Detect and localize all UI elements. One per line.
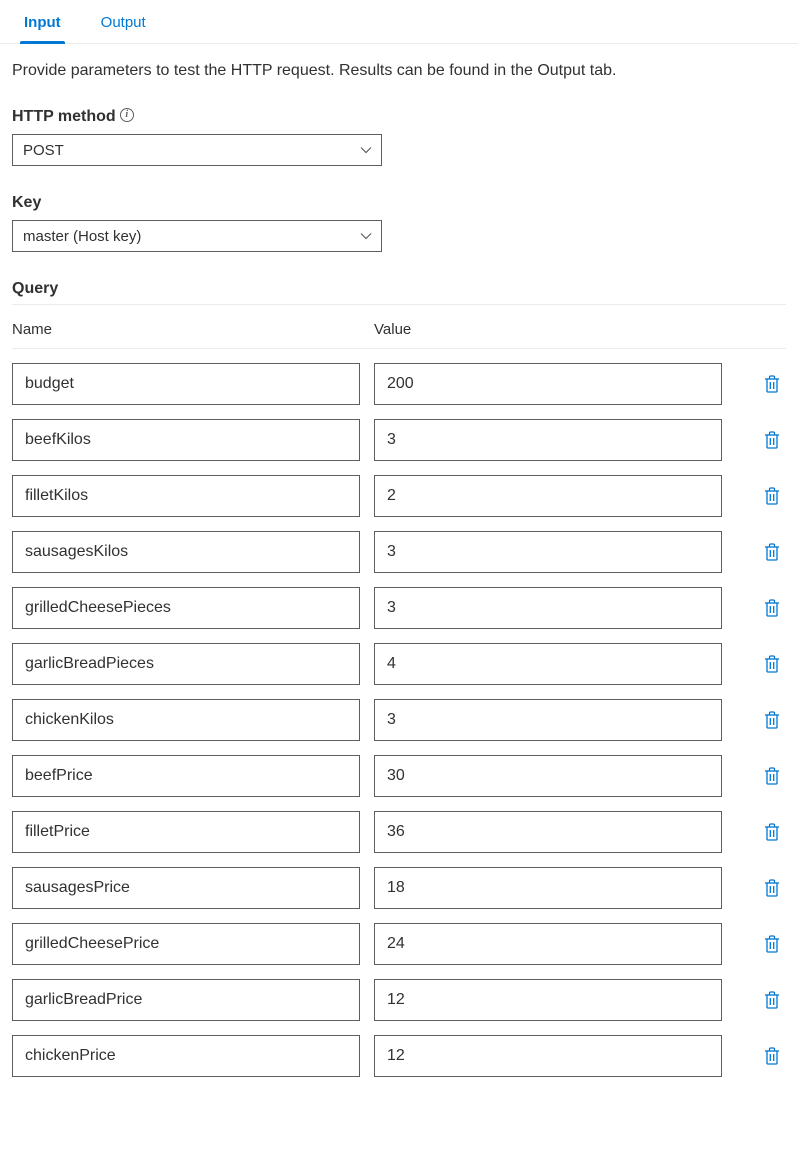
query-row <box>12 867 786 909</box>
query-value-input[interactable] <box>374 531 722 573</box>
delete-row-button[interactable] <box>758 482 786 510</box>
query-row <box>12 419 786 461</box>
query-value-input[interactable] <box>374 923 722 965</box>
delete-row-button[interactable] <box>758 874 786 902</box>
query-row <box>12 643 786 685</box>
delete-row-button[interactable] <box>758 986 786 1014</box>
tab-output[interactable]: Output <box>89 0 158 43</box>
http-method-label-text: HTTP method <box>12 108 116 126</box>
trash-icon <box>764 375 780 393</box>
query-row <box>12 923 786 965</box>
delete-row-button[interactable] <box>758 1042 786 1070</box>
query-title: Query <box>12 280 786 298</box>
delete-row-button[interactable] <box>758 930 786 958</box>
trash-icon <box>764 1047 780 1065</box>
query-row <box>12 811 786 853</box>
delete-row-button[interactable] <box>758 594 786 622</box>
info-icon[interactable]: i <box>120 108 134 122</box>
query-row <box>12 587 786 629</box>
query-value-input[interactable] <box>374 587 722 629</box>
query-header-name: Name <box>12 321 360 338</box>
delete-row-button[interactable] <box>758 426 786 454</box>
intro-text: Provide parameters to test the HTTP requ… <box>12 62 786 80</box>
query-name-input[interactable] <box>12 811 360 853</box>
query-value-input[interactable] <box>374 811 722 853</box>
trash-icon <box>764 655 780 673</box>
query-name-input[interactable] <box>12 923 360 965</box>
query-row <box>12 363 786 405</box>
query-row <box>12 1035 786 1077</box>
query-section: Query Name Value <box>12 280 786 1077</box>
query-header-value: Value <box>374 321 786 338</box>
http-method-field: HTTP method i POST <box>12 108 786 166</box>
query-name-input[interactable] <box>12 1035 360 1077</box>
query-name-input[interactable] <box>12 699 360 741</box>
query-value-input[interactable] <box>374 643 722 685</box>
query-row <box>12 531 786 573</box>
trash-icon <box>764 991 780 1009</box>
query-name-input[interactable] <box>12 755 360 797</box>
query-header: Name Value <box>12 313 786 349</box>
query-value-input[interactable] <box>374 755 722 797</box>
query-name-input[interactable] <box>12 419 360 461</box>
query-value-input[interactable] <box>374 363 722 405</box>
query-row <box>12 699 786 741</box>
delete-row-button[interactable] <box>758 538 786 566</box>
key-field: Key master (Host key) <box>12 194 786 252</box>
query-name-input[interactable] <box>12 363 360 405</box>
divider <box>12 304 786 305</box>
query-value-input[interactable] <box>374 699 722 741</box>
tab-content: Provide parameters to test the HTTP requ… <box>0 44 798 1097</box>
http-method-value: POST <box>23 142 64 159</box>
query-name-input[interactable] <box>12 531 360 573</box>
trash-icon <box>764 935 780 953</box>
query-name-input[interactable] <box>12 867 360 909</box>
query-row <box>12 755 786 797</box>
key-value: master (Host key) <box>23 228 141 245</box>
delete-row-button[interactable] <box>758 762 786 790</box>
trash-icon <box>764 767 780 785</box>
query-name-input[interactable] <box>12 475 360 517</box>
trash-icon <box>764 543 780 561</box>
tab-bar: Input Output <box>0 0 798 44</box>
trash-icon <box>764 431 780 449</box>
http-method-label: HTTP method i <box>12 108 786 126</box>
query-value-input[interactable] <box>374 867 722 909</box>
delete-row-button[interactable] <box>758 818 786 846</box>
trash-icon <box>764 823 780 841</box>
query-value-input[interactable] <box>374 1035 722 1077</box>
delete-row-button[interactable] <box>758 370 786 398</box>
query-name-input[interactable] <box>12 979 360 1021</box>
query-row <box>12 475 786 517</box>
trash-icon <box>764 487 780 505</box>
http-method-select[interactable]: POST <box>12 134 382 166</box>
query-value-input[interactable] <box>374 419 722 461</box>
key-label: Key <box>12 194 786 212</box>
query-name-input[interactable] <box>12 643 360 685</box>
query-value-input[interactable] <box>374 475 722 517</box>
trash-icon <box>764 879 780 897</box>
query-name-input[interactable] <box>12 587 360 629</box>
trash-icon <box>764 711 780 729</box>
query-row <box>12 979 786 1021</box>
delete-row-button[interactable] <box>758 650 786 678</box>
query-rows <box>12 363 786 1077</box>
trash-icon <box>764 599 780 617</box>
delete-row-button[interactable] <box>758 706 786 734</box>
query-value-input[interactable] <box>374 979 722 1021</box>
tab-input[interactable]: Input <box>12 0 73 43</box>
key-select[interactable]: master (Host key) <box>12 220 382 252</box>
key-label-text: Key <box>12 194 41 212</box>
